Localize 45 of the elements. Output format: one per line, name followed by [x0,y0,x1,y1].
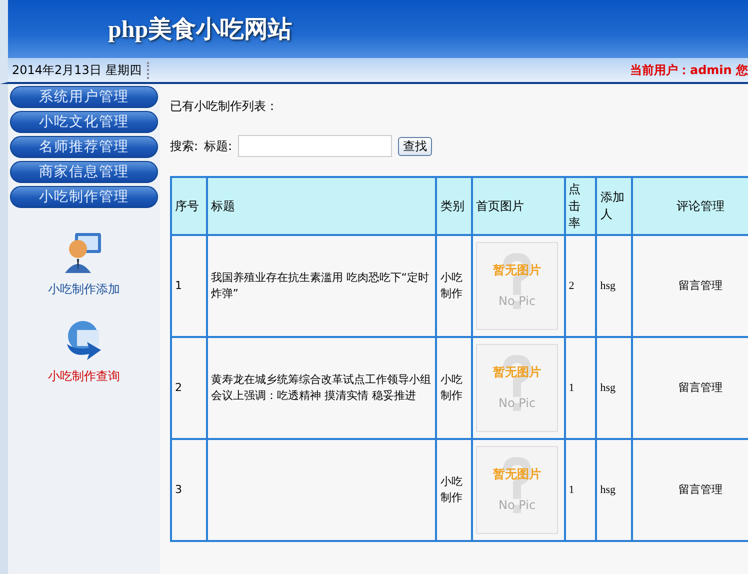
menu-button[interactable]: 小吃文化管理 [10,111,158,133]
column-header: 标题 [206,177,436,235]
date-text: 2014年2月13日 星期四 [12,62,150,78]
table-cell: 1 [564,439,596,541]
comment-link[interactable]: 留言管理 [678,279,723,292]
current-user-text: 当前用户：admin 您 [630,62,748,78]
placeholder-caption: No Pic [498,497,536,514]
placeholder-caption: No Pic [498,293,536,310]
table-cell: 1 [171,235,207,337]
column-header: 点击率 [564,177,596,235]
field-label: 标题: [204,138,232,154]
placeholder-caption: No Pic [498,395,536,412]
table-cell: 小吃制作 [436,337,472,439]
column-header: 类别 [436,177,472,235]
table-cell: 我国养殖业存在抗生素滥用 吃肉恐吃下“定时炸弹” [206,235,436,337]
site-title: php美食小吃网站 [108,15,292,45]
table-cell: 1 [564,337,596,439]
table-cell: 黄寿龙在城乡统筹综合改革试点工作领导小组会议上强调：吃透精神 摸清实情 稳妥推进 [206,337,436,439]
comment-link[interactable]: 留言管理 [678,483,723,496]
table-cell: hsg [596,439,632,541]
sidebar-link[interactable]: 小吃制作添加 [48,281,120,298]
search-label: 搜索: [170,138,198,154]
menu-button[interactable]: 系统用户管理 [10,86,158,108]
menu-button[interactable]: 名师推荐管理 [10,136,158,158]
placeholder-text: 暂无图片 [493,364,542,381]
table-cell: 小吃制作 [436,235,472,337]
placeholder-text: 暂无图片 [493,262,542,279]
placeholder-text: 暂无图片 [493,466,542,483]
title-search-field[interactable] [238,135,392,157]
comment-link[interactable]: 留言管理 [678,381,723,394]
menu-button[interactable]: 商家信息管理 [10,161,158,183]
table-cell: 3 [171,439,207,541]
table-cell: 2 [171,337,207,439]
table-cell: hsg [596,235,632,337]
list-heading: 已有小吃制作列表： [170,98,279,115]
table-cell: 小吃制作 [436,439,472,541]
table-cell: 2 [564,235,596,337]
search-button[interactable]: 查找 [398,136,432,156]
column-header: 首页图片 [472,177,565,235]
sidebar-link[interactable]: 小吃制作查询 [48,368,120,385]
menu-button[interactable]: 小吃制作管理 [10,186,158,208]
table-cell: hsg [596,337,632,439]
column-header: 评论管理 [632,177,748,235]
column-header: 添加人 [596,177,632,235]
column-header: 序号 [171,177,207,235]
